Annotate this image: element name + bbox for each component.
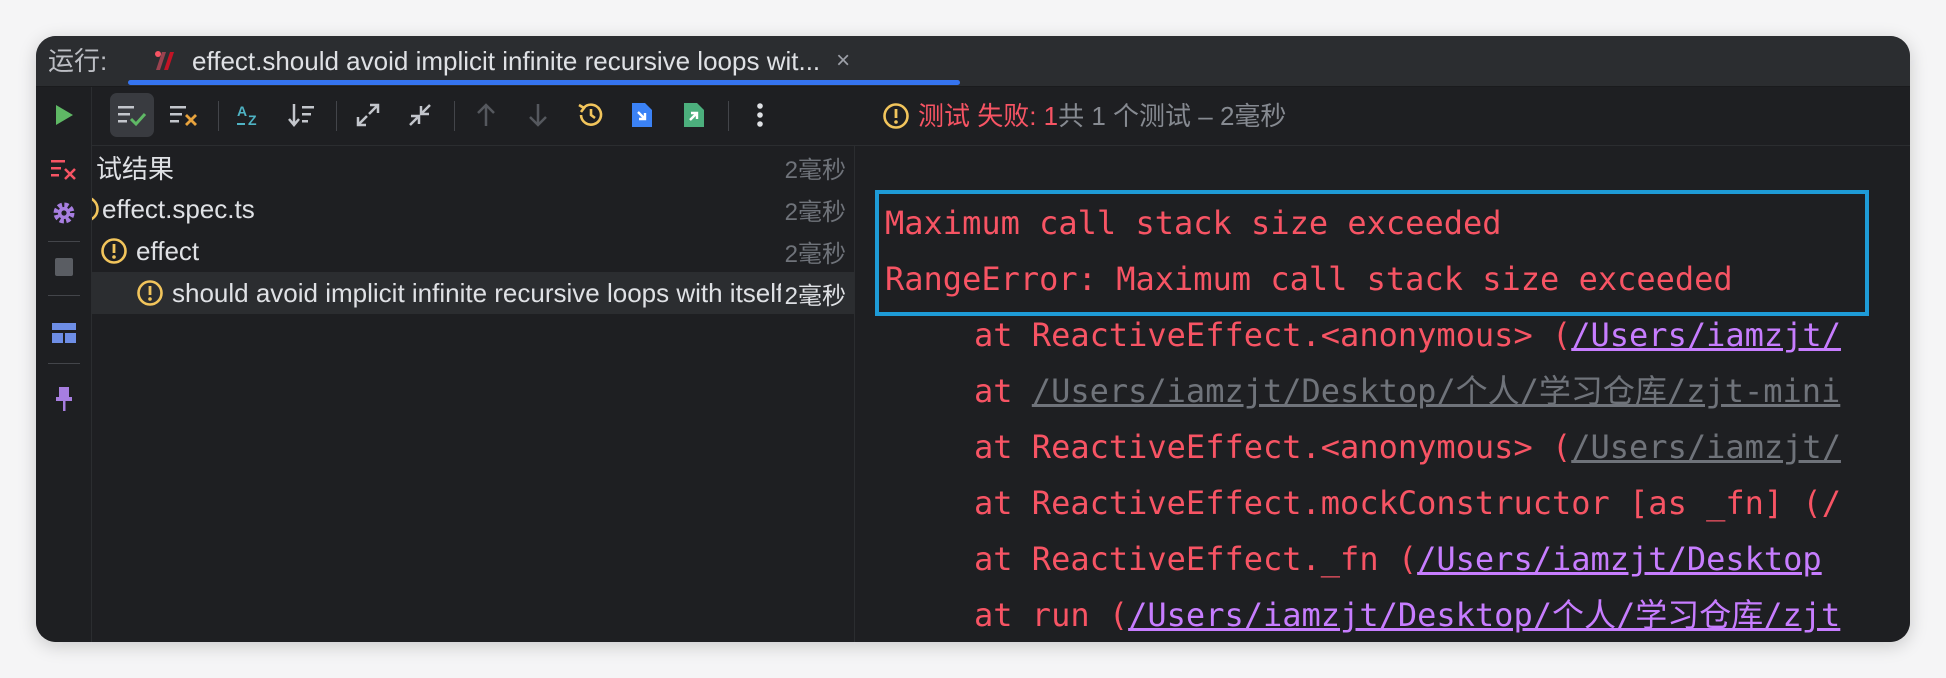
- warning-icon: [101, 238, 127, 264]
- stack-frame: at ReactiveEffect.mockConstructor [as _f…: [974, 484, 1841, 522]
- divider: [336, 101, 337, 131]
- stop-icon[interactable]: [42, 245, 86, 289]
- run-label: 运行:: [48, 46, 108, 76]
- stack-frame: at ReactiveEffect._fn (/Users/iamzjt/Des…: [974, 540, 1822, 578]
- next-failed-icon[interactable]: [516, 93, 560, 137]
- close-icon[interactable]: ×: [836, 47, 850, 75]
- tree-item-duration: 2毫秒: [784, 156, 846, 184]
- run-tool-window: 运行: effect.should avoid implicit infinit…: [36, 36, 1910, 642]
- show-passed-icon[interactable]: [110, 93, 154, 137]
- warning-icon: [883, 103, 909, 129]
- tree-item-test-results[interactable]: 试结果 2毫秒: [92, 146, 854, 188]
- tree-item-label: effect: [136, 235, 200, 266]
- sort-by-duration-icon[interactable]: [280, 93, 324, 137]
- collapse-all-icon[interactable]: [398, 93, 442, 137]
- jest-test-icon: [155, 51, 174, 70]
- stack-frame: at ReactiveEffect.<anonymous> (/Users/ia…: [974, 428, 1841, 466]
- file-link[interactable]: /Users/iamzjt/Desktop: [1417, 540, 1822, 578]
- tree-item-suite[interactable]: effect 2毫秒: [92, 230, 854, 272]
- pin-icon[interactable]: [42, 377, 86, 421]
- history-icon[interactable]: [568, 93, 612, 137]
- warning-icon: [137, 280, 163, 306]
- tree-item-duration: 2毫秒: [784, 198, 846, 226]
- tree-item-label: 试结果: [96, 153, 175, 184]
- divider: [728, 101, 729, 131]
- rerun-icon[interactable]: [42, 93, 86, 137]
- tree-item-duration: 2毫秒: [780, 275, 846, 311]
- test-results-tree: 试结果 2毫秒 effect.spec.ts 2毫秒 effect 2毫秒 sh…: [92, 146, 855, 642]
- tree-item-duration: 2毫秒: [784, 240, 846, 268]
- settings-gear-icon[interactable]: [42, 191, 86, 235]
- stack-frame: at /Users/iamzjt/Desktop/个人/学习仓库/zjt-min…: [974, 372, 1841, 410]
- layout-icon[interactable]: [42, 311, 86, 355]
- import-tests-icon[interactable]: [620, 93, 664, 137]
- stack-frame: at ReactiveEffect.<anonymous> (/Users/ia…: [974, 316, 1841, 354]
- error-message: Maximum call stack size exceeded: [885, 204, 1502, 242]
- tab-title: effect.should avoid implicit infinite re…: [192, 45, 821, 76]
- expand-all-icon[interactable]: [346, 93, 390, 137]
- warning-icon: [92, 197, 99, 221]
- file-link[interactable]: /Users/iamzjt/Desktop/个人/学习仓库/zjt: [1128, 596, 1840, 634]
- sort-alphabetically-icon[interactable]: A Z: [228, 93, 272, 137]
- failed-count: 测试 失败: 1: [918, 101, 1059, 131]
- test-runner-toolbar: A Z 测试 失败: 1 共 1 个测试 – 2毫秒: [92, 87, 1910, 146]
- file-link[interactable]: /Users/iamzjt/Desktop/个人/学习仓库/zjt-mini: [1032, 372, 1841, 410]
- run-tab-bar: 运行: effect.should avoid implicit infinit…: [36, 36, 1910, 87]
- export-tests-icon[interactable]: [672, 93, 716, 137]
- tree-item-test-case[interactable]: should avoid implicit infinite recursive…: [92, 272, 854, 314]
- divider: [454, 101, 455, 131]
- stack-frame: at run (/Users/iamzjt/Desktop/个人/学习仓库/zj…: [974, 596, 1841, 634]
- svg-text:Z: Z: [248, 112, 257, 128]
- divider: [48, 241, 80, 242]
- tree-item-spec-file[interactable]: effect.spec.ts 2毫秒: [92, 188, 854, 230]
- run-tab[interactable]: effect.should avoid implicit infinite re…: [128, 36, 960, 86]
- tree-item-label: should avoid implicit infinite recursive…: [172, 277, 784, 308]
- file-link[interactable]: /Users/iamzjt/: [1571, 316, 1841, 354]
- left-action-strip: [36, 87, 92, 642]
- svg-text:A: A: [237, 103, 247, 119]
- show-ignored-icon[interactable]: [162, 93, 206, 137]
- divider: [48, 363, 80, 364]
- previous-failed-icon[interactable]: [464, 93, 508, 137]
- rerun-failed-icon[interactable]: [42, 147, 86, 191]
- tree-item-label: effect.spec.ts: [102, 193, 255, 224]
- more-options-icon[interactable]: [738, 93, 782, 137]
- test-status-summary: 测试 失败: 1 共 1 个测试 – 2毫秒: [882, 87, 1286, 145]
- console-output: Maximum call stack size exceeded RangeEr…: [855, 146, 1910, 642]
- file-link[interactable]: /Users/iamzjt/: [1571, 428, 1841, 466]
- error-type-message: RangeError: Maximum call stack size exce…: [885, 260, 1733, 298]
- summary-text: 共 1 个测试 – 2毫秒: [1058, 101, 1287, 131]
- divider: [218, 101, 219, 131]
- active-tab-indicator: [128, 80, 960, 85]
- divider: [48, 295, 80, 296]
